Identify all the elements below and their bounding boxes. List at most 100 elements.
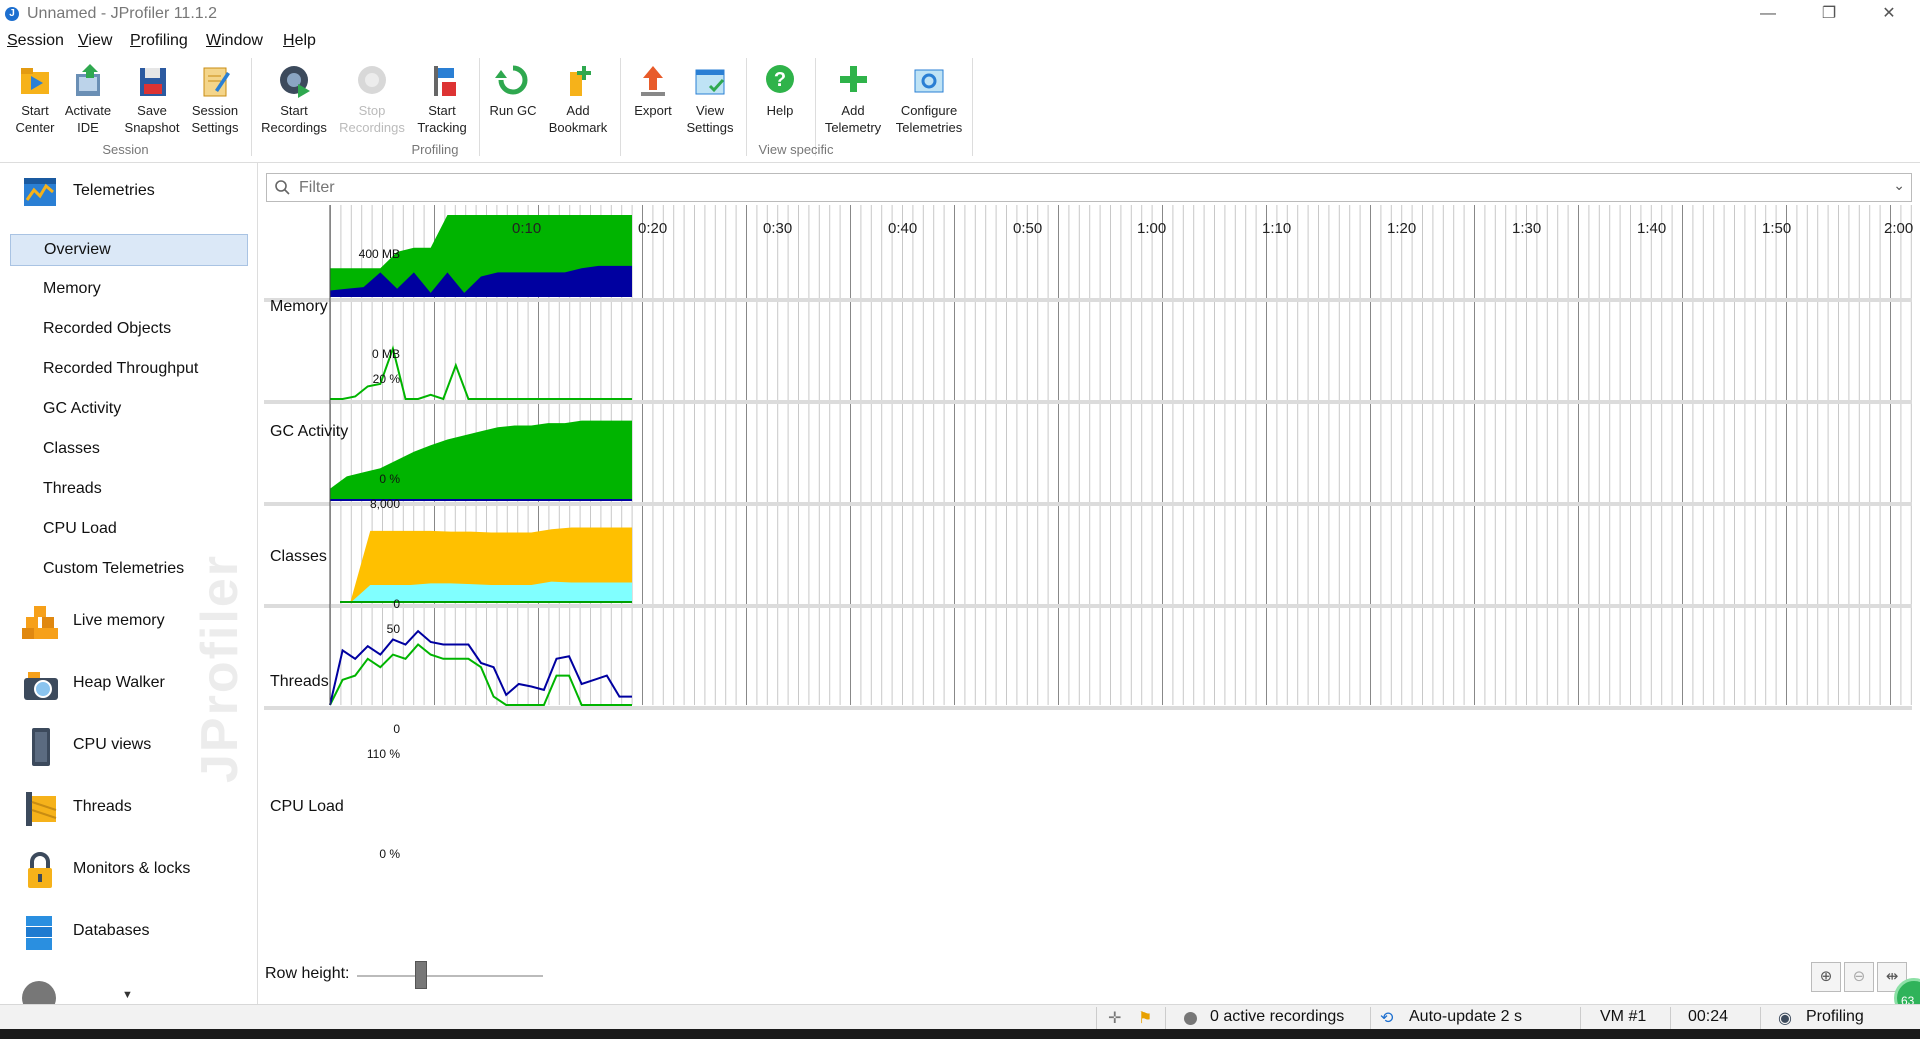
menu-view[interactable]: View <box>78 32 112 50</box>
time-label: 0:50 <box>1013 220 1043 237</box>
close-button[interactable]: ✕ <box>1860 0 1918 28</box>
section-databases[interactable]: Databases <box>0 903 257 961</box>
nav-recorded-objects[interactable]: Recorded Objects <box>10 314 246 344</box>
save-snapshot-icon <box>132 62 172 100</box>
time-label: 1:20 <box>1387 220 1417 237</box>
section-heap-walker[interactable]: Heap Walker <box>0 655 257 713</box>
filter-field[interactable]: ⌄ <box>266 173 1912 202</box>
recording-status-icon <box>1184 1012 1197 1025</box>
active-recordings-status[interactable]: 0 active recordings <box>1210 1008 1344 1026</box>
help-button[interactable]: ? Help <box>745 62 815 119</box>
scroll-down-arrow-icon[interactable]: ▼ <box>122 989 133 1001</box>
minimize-button[interactable]: — <box>1739 0 1797 28</box>
search-icon <box>274 179 292 199</box>
zoom-out-icon: ⊖ <box>1852 968 1866 985</box>
svg-text:?: ? <box>774 69 786 91</box>
add-bookmark-button[interactable]: Add Bookmark <box>543 62 613 136</box>
menu-help[interactable]: Help <box>283 32 316 50</box>
time-label: 0:20 <box>638 220 668 237</box>
activate-ide-icon <box>68 62 108 100</box>
view-settings-button[interactable]: View Settings <box>675 62 745 136</box>
nav-gc-activity[interactable]: GC Activity <box>10 394 246 424</box>
nav-classes[interactable]: Classes <box>10 434 246 464</box>
cpu-gc-load-line <box>329 643 632 706</box>
auto-update-icon: ⟲ <box>1380 1010 1394 1027</box>
auto-update-status[interactable]: Auto-update 2 s <box>1409 1008 1522 1026</box>
cpu-views-icon <box>22 728 58 766</box>
nav-cpu-load[interactable]: CPU Load <box>10 514 246 544</box>
more-section-icon <box>22 981 56 1004</box>
row-label-memory: Memory <box>270 298 328 315</box>
group-label-view-specific: View specific <box>758 142 834 157</box>
section-threads[interactable]: Threads <box>0 779 257 837</box>
time-label: 2:00 <box>1884 220 1914 237</box>
group-label-session: Session <box>102 142 149 157</box>
row-separator <box>264 298 1912 302</box>
row-height-label: Row height: <box>265 965 350 982</box>
nav-recorded-throughput[interactable]: Recorded Throughput <box>10 354 246 384</box>
scale-max-classes: 8,000 <box>369 497 400 511</box>
vm-status: VM #1 <box>1600 1008 1647 1025</box>
telemetry-overview-chart[interactable]: 0:10 0:20 0:30 0:40 0:50 1:00 1:10 1:20 … <box>264 205 1914 875</box>
nav-overview[interactable]: Overview <box>10 234 248 266</box>
menu-session[interactable]: Session <box>7 32 64 50</box>
scale-min-gc: 0 % <box>379 472 400 486</box>
fit-width-icon: ⇹ <box>1885 968 1899 985</box>
filter-input[interactable] <box>297 176 1881 200</box>
telemetry-charts-svg <box>264 205 1912 710</box>
start-tracking-button[interactable]: Start Tracking <box>407 62 477 136</box>
configure-telemetries-icon <box>909 62 949 100</box>
status-separator <box>1670 1007 1671 1029</box>
zoom-in-button[interactable]: ⊕ <box>1811 962 1841 992</box>
maximize-button[interactable]: ❐ <box>1800 0 1858 28</box>
save-snapshot-button[interactable]: Save Snapshot <box>117 62 187 136</box>
elapsed-time: 00:24 <box>1688 1008 1729 1025</box>
scale-max-threads: 50 <box>386 622 400 636</box>
scale-min-cpu: 0 % <box>379 847 400 861</box>
flag-icon[interactable]: ⚑ <box>1138 1008 1152 1028</box>
section-live-memory[interactable]: Live memory <box>0 593 257 651</box>
zoom-in-icon: ⊕ <box>1819 968 1833 985</box>
section-monitors-locks[interactable]: Monitors & locks <box>0 841 257 899</box>
jprofiler-app-icon: J <box>5 7 19 21</box>
nav-memory[interactable]: Memory <box>10 274 246 304</box>
heap-walker-icon <box>22 666 58 702</box>
time-label: 1:00 <box>1137 220 1167 237</box>
zoom-out-button[interactable]: ⊖ <box>1844 962 1874 992</box>
start-recordings-button[interactable]: Start Recordings <box>259 62 329 136</box>
activate-ide-button[interactable]: Activate IDE <box>53 62 123 136</box>
row-height-slider-track[interactable] <box>357 975 543 977</box>
status-separator <box>1580 1007 1581 1029</box>
section-cpu-views[interactable]: CPU views <box>0 717 257 775</box>
stop-recordings-button[interactable]: Stop Recordings <box>337 62 407 136</box>
row-separator <box>264 604 1912 608</box>
title-bar: J Unnamed - JProfiler 11.1.2 — ❐ ✕ <box>0 0 1920 28</box>
nav-custom-telemetries[interactable]: Custom Telemetries <box>10 554 246 584</box>
scale-min-classes: 0 <box>393 597 400 611</box>
menu-profiling[interactable]: Profiling <box>130 32 188 50</box>
row-label-classes: Classes <box>270 548 327 565</box>
time-label: 1:30 <box>1512 220 1542 237</box>
session-settings-button[interactable]: Session Settings <box>180 62 250 136</box>
run-gc-button[interactable]: Run GC <box>478 62 548 119</box>
status-bar: ✛ ⚑ 0 active recordings ⟲ Auto-update 2 … <box>0 1004 1920 1030</box>
view-settings-icon <box>690 62 730 100</box>
time-label: 0:10 <box>512 220 542 237</box>
telemetries-icon <box>22 174 58 210</box>
menu-window[interactable]: Window <box>206 32 263 50</box>
configure-telemetries-button[interactable]: Configure Telemetries <box>893 62 965 136</box>
start-recordings-icon <box>274 62 314 100</box>
threads-icon <box>22 790 58 826</box>
nav-threads[interactable]: Threads <box>10 474 246 504</box>
classes-area <box>330 420 632 501</box>
add-telemetry-button[interactable]: Add Telemetry <box>818 62 888 136</box>
section-telemetries[interactable]: Telemetries <box>0 163 257 221</box>
row-label-threads: Threads <box>270 673 329 690</box>
pin-icon[interactable]: ✛ <box>1108 1008 1121 1028</box>
chevron-down-icon[interactable]: ⌄ <box>1893 177 1905 194</box>
taskbar-strip <box>0 1029 1920 1039</box>
row-label-gc-activity: GC Activity <box>270 423 349 440</box>
profiling-mode-icon: ◉ <box>1778 1010 1792 1027</box>
row-height-slider-thumb[interactable] <box>415 961 427 989</box>
row-separator <box>264 706 1912 710</box>
